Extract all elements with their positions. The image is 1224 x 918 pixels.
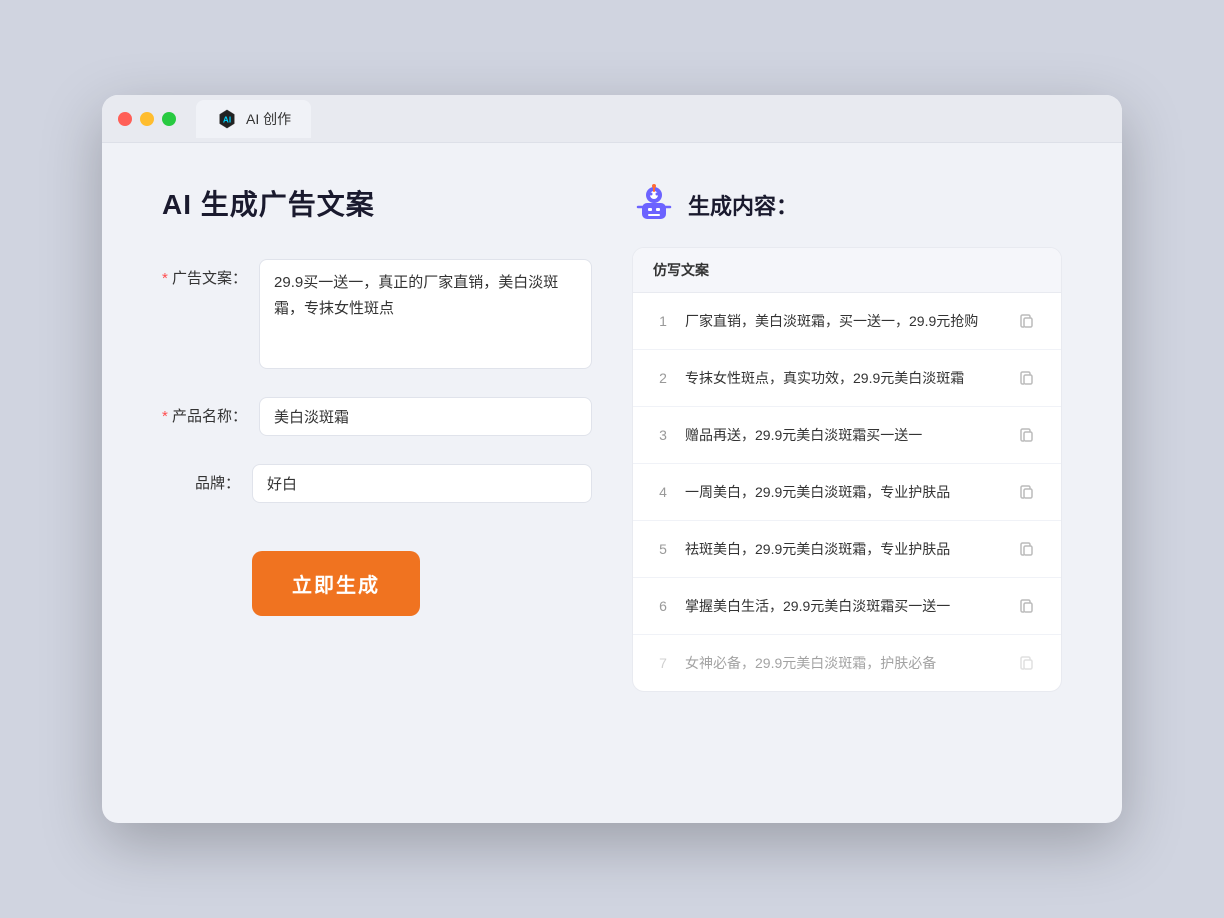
brand-input[interactable] <box>252 464 592 503</box>
product-name-group: 产品名称： <box>162 397 592 436</box>
row-text: 一周美白，29.9元美白淡斑霜，专业护肤品 <box>685 482 1001 503</box>
row-number: 3 <box>653 427 673 443</box>
row-number: 5 <box>653 541 673 557</box>
browser-titlebar: AI AI 创作 <box>102 95 1122 143</box>
row-text: 赠品再送，29.9元美白淡斑霜买一送一 <box>685 425 1001 446</box>
brand-group: 品牌： <box>162 464 592 503</box>
table-row: 4 一周美白，29.9元美白淡斑霜，专业护肤品 <box>633 464 1061 521</box>
product-name-input[interactable] <box>259 397 592 436</box>
table-header: 仿写文案 <box>633 248 1061 293</box>
minimize-button[interactable] <box>140 112 154 126</box>
row-number: 6 <box>653 598 673 614</box>
svg-text:AI: AI <box>223 115 231 124</box>
table-row: 1 厂家直销，美白淡斑霜，买一送一，29.9元抢购 <box>633 293 1061 350</box>
generate-button[interactable]: 立即生成 <box>252 551 420 616</box>
maximize-button[interactable] <box>162 112 176 126</box>
copy-button[interactable] <box>1013 478 1041 506</box>
row-number: 7 <box>653 655 673 671</box>
copy-button[interactable] <box>1013 592 1041 620</box>
robot-icon <box>632 183 676 227</box>
right-panel: 生成内容： 仿写文案 1 厂家直销，美白淡斑霜，买一送一，29.9元抢购 2 专抹女… <box>632 183 1062 783</box>
row-text: 厂家直销，美白淡斑霜，买一送一，29.9元抢购 <box>685 311 1001 332</box>
row-text: 专抹女性斑点，真实功效，29.9元美白淡斑霜 <box>685 368 1001 389</box>
left-panel: AI 生成广告文案 广告文案： 产品名称： 品牌： 立即生成 <box>162 183 592 783</box>
close-button[interactable] <box>118 112 132 126</box>
browser-window: AI AI 创作 AI 生成广告文案 广告文案： 产品名称： 品牌： <box>102 95 1122 823</box>
main-content: AI 生成广告文案 广告文案： 产品名称： 品牌： 立即生成 <box>102 143 1122 823</box>
copy-button[interactable] <box>1013 535 1041 563</box>
row-text: 祛斑美白，29.9元美白淡斑霜，专业护肤品 <box>685 539 1001 560</box>
table-row: 5 祛斑美白，29.9元美白淡斑霜，专业护肤品 <box>633 521 1061 578</box>
ad-copy-group: 广告文案： <box>162 259 592 369</box>
page-title: AI 生成广告文案 <box>162 183 592 223</box>
copy-button[interactable] <box>1013 364 1041 392</box>
copy-button[interactable] <box>1013 421 1041 449</box>
row-text: 掌握美白生活，29.9元美白淡斑霜买一送一 <box>685 596 1001 617</box>
result-table: 仿写文案 1 厂家直销，美白淡斑霜，买一送一，29.9元抢购 2 专抹女性斑点，真实… <box>632 247 1062 692</box>
row-number: 4 <box>653 484 673 500</box>
copy-button[interactable] <box>1013 649 1041 677</box>
copy-button[interactable] <box>1013 307 1041 335</box>
result-rows-container: 1 厂家直销，美白淡斑霜，买一送一，29.9元抢购 2 专抹女性斑点，真实功效，29… <box>633 293 1061 691</box>
brand-label: 品牌： <box>162 464 252 493</box>
traffic-lights <box>118 112 176 126</box>
ad-copy-label: 广告文案： <box>162 259 259 288</box>
result-header: 生成内容： <box>632 183 1062 227</box>
table-row: 3 赠品再送，29.9元美白淡斑霜买一送一 <box>633 407 1061 464</box>
row-text: 女神必备，29.9元美白淡斑霜，护肤必备 <box>685 653 1001 674</box>
table-row: 2 专抹女性斑点，真实功效，29.9元美白淡斑霜 <box>633 350 1061 407</box>
ai-tab[interactable]: AI AI 创作 <box>196 100 311 138</box>
table-row: 7 女神必备，29.9元美白淡斑霜，护肤必备 <box>633 635 1061 691</box>
tab-label: AI 创作 <box>246 109 291 129</box>
result-title: 生成内容： <box>688 189 798 221</box>
product-name-label: 产品名称： <box>162 397 259 426</box>
row-number: 2 <box>653 370 673 386</box>
row-number: 1 <box>653 313 673 329</box>
ai-tab-icon: AI <box>216 108 238 130</box>
ad-copy-input[interactable] <box>259 259 592 369</box>
table-row: 6 掌握美白生活，29.9元美白淡斑霜买一送一 <box>633 578 1061 635</box>
